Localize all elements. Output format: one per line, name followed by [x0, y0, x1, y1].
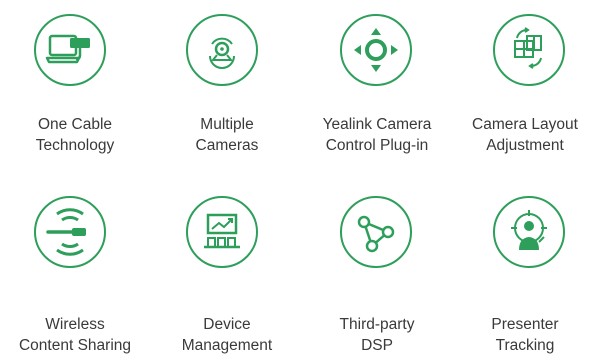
feature-label: Yealink Camera Control Plug-in: [322, 116, 432, 154]
feature-label: Device Management: [181, 316, 273, 354]
feature-icon-circle: [340, 14, 412, 86]
feature-wireless-sharing: Wireless Content Sharing: [0, 170, 150, 358]
third-party-dsp-icon: [357, 215, 395, 253]
camera-layout-icon: [514, 27, 542, 69]
laptop-cable-icon: [45, 34, 90, 64]
feature-device-management: Device Management: [152, 170, 302, 358]
feature-label: Presenter Tracking: [491, 316, 559, 354]
feature-icon-circle: [186, 196, 258, 268]
feature-icon-circle: [340, 196, 412, 268]
feature-label: Wireless Content Sharing: [18, 316, 132, 354]
feature-third-party-dsp: Third-party DSP: [302, 170, 452, 358]
wireless-share-icon: [46, 208, 86, 256]
feature-label: Third-party DSP: [339, 316, 415, 354]
feature-icon-circle: [34, 14, 106, 86]
feature-icon-circle: [186, 14, 258, 86]
feature-label: One Cable Technology: [35, 116, 115, 154]
device-management-icon: [204, 213, 240, 249]
feature-camera-layout: Camera Layout Adjustment: [450, 0, 600, 170]
feature-multiple-cameras: Multiple Cameras: [152, 0, 302, 170]
camera-control-dpad-icon: [354, 28, 398, 72]
feature-one-cable: One Cable Technology: [0, 0, 150, 170]
feature-label: Multiple Cameras: [195, 116, 259, 154]
feature-icon-circle: [493, 196, 565, 268]
feature-grid: One Cable Technology Multiple Cameras Ye…: [0, 0, 601, 358]
feature-camera-control: Yealink Camera Control Plug-in: [302, 0, 452, 170]
feature-icon-circle: [34, 196, 106, 268]
presenter-tracking-icon: [511, 210, 547, 250]
multiple-cameras-icon: [209, 37, 235, 69]
feature-presenter-tracking: Presenter Tracking: [450, 170, 600, 358]
feature-icon-circle: [493, 14, 565, 86]
feature-label: Camera Layout Adjustment: [472, 116, 578, 154]
